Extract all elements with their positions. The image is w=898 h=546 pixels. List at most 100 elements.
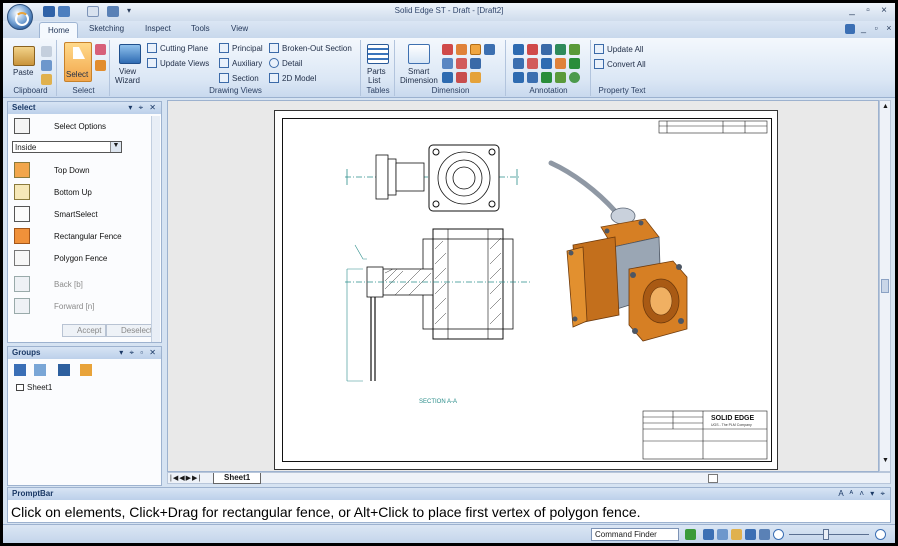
angle-between-icon[interactable] [456, 44, 467, 55]
edge-condition-icon[interactable] [513, 72, 524, 83]
smart-select-button[interactable]: SmartSelect [12, 206, 152, 224]
copy-icon[interactable] [41, 60, 52, 71]
scroll-down-icon[interactable]: ▼ [882, 457, 889, 464]
new-group-icon[interactable] [14, 364, 26, 376]
sheet-nav-arrows-icon[interactable]: |◀◀▶▶| [170, 474, 201, 482]
weld-symbol-icon[interactable] [569, 44, 580, 55]
go-icon[interactable] [685, 529, 696, 540]
group-properties-icon[interactable] [80, 364, 92, 376]
application-button[interactable] [7, 4, 33, 30]
tab-view[interactable]: View [231, 24, 248, 33]
paste-button[interactable]: Paste [13, 68, 33, 77]
scroll-thumb[interactable] [881, 279, 889, 293]
drag-component-icon[interactable] [95, 60, 106, 71]
forward-button[interactable]: Forward [n] [12, 298, 152, 316]
zoom-area-icon[interactable] [703, 529, 714, 540]
fence-mode-dropdown[interactable]: Inside ▼ [12, 141, 122, 153]
zoom-icon[interactable] [717, 529, 728, 540]
2d-model-button[interactable]: 2D Model [269, 73, 316, 83]
center-mark-circle-icon[interactable] [569, 72, 580, 83]
broken-out-section-button[interactable]: Broken-Out Section [269, 43, 352, 53]
tab-inspect[interactable]: Inspect [145, 24, 171, 33]
center-mark-icon[interactable] [569, 58, 580, 69]
maximize-button[interactable]: ▫ [861, 5, 875, 16]
hscroll-thumb[interactable] [708, 474, 718, 483]
section-button[interactable]: Section [219, 73, 259, 83]
smart-dimension-label-2[interactable]: Dimension [400, 76, 438, 85]
vertical-scrollbar[interactable]: ▲ ▼ [879, 100, 891, 472]
balloon-icon[interactable] [541, 44, 552, 55]
tab-sketching[interactable]: Sketching [89, 24, 124, 33]
sheet-view-icon[interactable] [759, 529, 770, 540]
parts-list-label-1[interactable]: Parts [367, 67, 386, 76]
datum-frame-icon[interactable] [527, 58, 538, 69]
remove-from-group-icon[interactable] [58, 364, 70, 376]
fit-icon[interactable] [745, 529, 756, 540]
select-panel-controls[interactable]: ▾ ⌖ ✕ [128, 103, 158, 113]
feature-control-frame-icon[interactable] [513, 58, 524, 69]
update-all-button[interactable]: Update All [594, 44, 643, 54]
select-options-button[interactable]: Select Options [12, 118, 152, 136]
symmetric-diameter-icon[interactable] [442, 58, 453, 69]
select-panel-scrollbar[interactable] [151, 116, 160, 342]
chevron-down-icon[interactable]: ▼ [110, 142, 121, 152]
centerline-icon[interactable] [555, 72, 566, 83]
tree-item-sheet1[interactable]: Sheet1 [16, 383, 52, 392]
select-filter-icon[interactable] [95, 44, 106, 55]
parts-list-label-2[interactable]: List [368, 76, 380, 85]
add-to-group-icon[interactable] [34, 364, 46, 376]
rectangular-fence-button[interactable]: Rectangular Fence [12, 228, 152, 246]
polygon-fence-button[interactable]: Polygon Fence [12, 250, 152, 268]
bolt-hole-circle-icon[interactable] [541, 72, 552, 83]
detail-button[interactable]: Detail [269, 58, 302, 68]
smart-dimension-icon[interactable] [408, 44, 430, 64]
retrieve-dimensions-icon[interactable] [442, 72, 453, 83]
prompt-bar-controls[interactable]: A ᴬ ˄ ▾ ⌖ [838, 489, 887, 499]
deselect-button[interactable]: Deselect [106, 324, 158, 337]
top-down-button[interactable]: Top Down [12, 162, 152, 180]
bottom-up-button[interactable]: Bottom Up [12, 184, 152, 202]
text-icon[interactable] [555, 58, 566, 69]
principal-button[interactable]: Principal [219, 43, 263, 53]
back-button[interactable]: Back [b] [12, 276, 152, 294]
zoom-out-icon[interactable] [773, 529, 784, 540]
parts-list-icon[interactable] [367, 44, 389, 64]
scroll-up-icon[interactable]: ▲ [882, 103, 889, 110]
callout-icon[interactable] [527, 44, 538, 55]
select-button[interactable]: Select [64, 42, 92, 82]
tab-tools[interactable]: Tools [191, 24, 210, 33]
paste-icon[interactable] [13, 46, 35, 66]
connector-icon[interactable] [527, 72, 538, 83]
leader-icon[interactable] [513, 44, 524, 55]
minimize-button[interactable]: _ [845, 5, 859, 16]
surface-texture-icon[interactable] [555, 44, 566, 55]
cut-icon[interactable] [41, 46, 52, 57]
command-finder-input[interactable]: Command Finder [591, 528, 679, 541]
help-icon[interactable] [845, 24, 855, 34]
format-painter-icon[interactable] [41, 74, 52, 85]
dimension-style-icon[interactable] [470, 72, 481, 83]
drawing-canvas[interactable]: SECTION A-A SOLID EDGE UGS - The PLM Com… [167, 100, 879, 472]
datum-target-icon[interactable] [541, 58, 552, 69]
sheet-tab-sheet1[interactable]: Sheet1 [213, 473, 262, 484]
update-views-button[interactable]: Update Views [147, 58, 209, 68]
convert-all-button[interactable]: Convert All [594, 59, 646, 69]
pan-icon[interactable] [731, 529, 742, 540]
close-button[interactable]: × [877, 5, 891, 16]
groups-panel-controls[interactable]: ▾ ⌖ ▫ ✕ [119, 348, 158, 358]
view-wizard-label-1[interactable]: View [119, 67, 136, 76]
cutting-plane-button[interactable]: Cutting Plane [147, 43, 208, 53]
distance-between-icon[interactable] [442, 44, 453, 55]
view-wizard-label-2[interactable]: Wizard [115, 76, 140, 85]
chamfer-dimension-icon[interactable] [456, 58, 467, 69]
auxiliary-button[interactable]: Auxiliary [219, 58, 262, 68]
tab-home[interactable]: Home [39, 22, 79, 38]
coordinate-dimension-icon[interactable] [470, 44, 481, 55]
accept-button[interactable]: Accept [62, 324, 107, 337]
zoom-slider[interactable] [789, 534, 869, 535]
smart-dimension-label-1[interactable]: Smart [408, 67, 429, 76]
copy-attributes-icon[interactable] [456, 72, 467, 83]
doc-window-controls[interactable]: _ ▫ × [861, 23, 894, 33]
angular-coordinate-icon[interactable] [484, 44, 495, 55]
zoom-in-icon[interactable] [875, 529, 886, 540]
